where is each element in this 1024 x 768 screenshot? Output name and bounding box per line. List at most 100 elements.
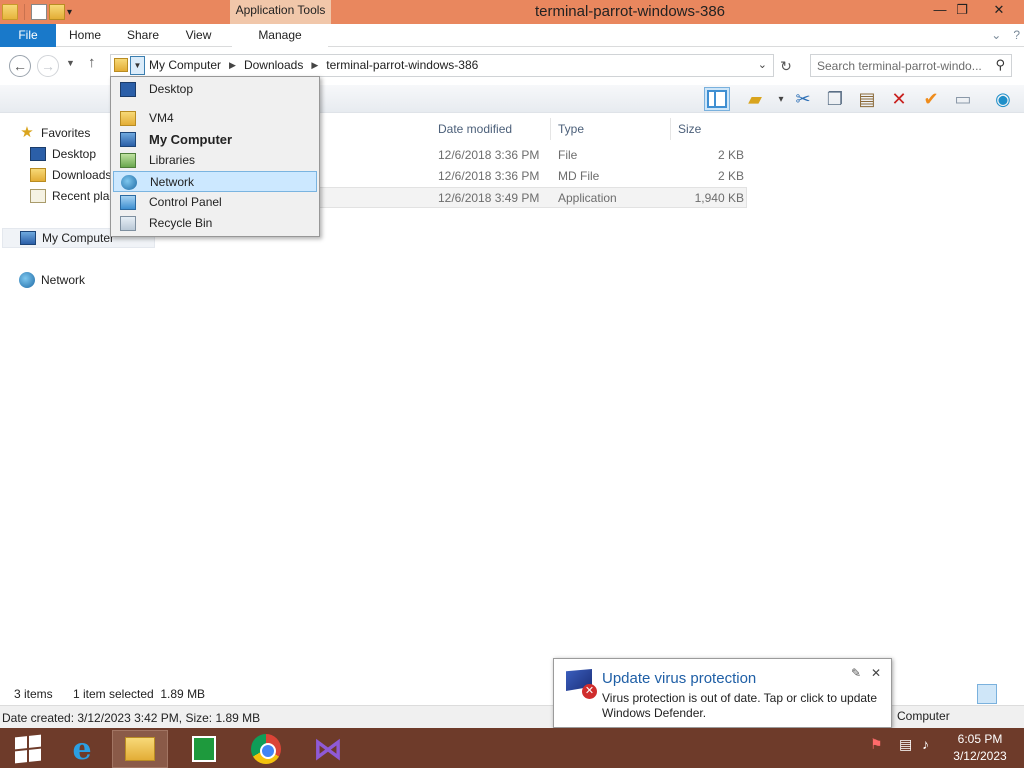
- table-row[interactable]: 12/6/2018 3:36 PM File 2 KB: [300, 145, 747, 166]
- tab-file[interactable]: File: [0, 24, 56, 47]
- menu-item-recycle-bin[interactable]: Recycle Bin: [113, 213, 317, 234]
- search-input[interactable]: [817, 55, 993, 76]
- error-icon: ✕: [582, 684, 597, 699]
- paste-icon[interactable]: ▤: [854, 87, 880, 111]
- column-date-modified[interactable]: Date modified: [433, 118, 551, 140]
- help-icon[interactable]: ?: [1013, 28, 1020, 42]
- address-root-dropdown-button[interactable]: ▼: [130, 56, 145, 75]
- network-tray-icon[interactable]: ▤: [899, 736, 912, 753]
- forward-button[interactable]: →: [37, 55, 59, 77]
- nav-network[interactable]: Network: [19, 270, 85, 290]
- menu-item-vm4[interactable]: VM4: [113, 108, 317, 129]
- computer-icon: [120, 132, 136, 147]
- close-icon[interactable]: ✕: [871, 666, 881, 680]
- nav-favorites[interactable]: ★ Favorites: [19, 123, 90, 143]
- visual-studio-icon: ⋈: [313, 732, 343, 766]
- tab-view[interactable]: View: [176, 24, 221, 47]
- column-size[interactable]: Size: [673, 118, 751, 140]
- ribbon-right-controls: ⌄ ?: [991, 28, 1020, 42]
- nav-desktop[interactable]: Desktop: [30, 144, 96, 164]
- explorer-icon[interactable]: [2, 4, 18, 20]
- copy-icon[interactable]: ❐: [822, 87, 848, 111]
- qat-separator: [24, 4, 25, 20]
- address-root-dropdown-menu: Desktop VM4 My Computer Libraries Networ…: [110, 76, 320, 237]
- store-icon: [192, 736, 216, 762]
- new-folder-icon[interactable]: [49, 4, 65, 20]
- desktop-icon: [30, 147, 46, 161]
- preview-pane-button[interactable]: [704, 87, 730, 111]
- folder-icon: [114, 58, 128, 72]
- crumb-downloads[interactable]: Downloads: [244, 55, 309, 76]
- tab-home[interactable]: Home: [60, 24, 110, 47]
- close-button[interactable]: ✕: [984, 0, 1014, 20]
- menu-item-label: Desktop: [149, 82, 194, 96]
- search-box[interactable]: ⚲: [810, 54, 1012, 77]
- qat-dropdown-icon[interactable]: ▾: [67, 7, 72, 18]
- large-icons-view-button[interactable]: [999, 684, 1019, 704]
- crumb-current-folder[interactable]: terminal-parrot-windows-386: [326, 55, 484, 76]
- clock-date: 3/12/2023: [953, 749, 1007, 763]
- notification-title: Update virus protection: [602, 670, 757, 687]
- notification-balloon[interactable]: ✕ Update virus protection Virus protecti…: [553, 658, 892, 728]
- properties-icon[interactable]: [31, 4, 47, 20]
- details-view-button[interactable]: [977, 684, 997, 704]
- recent-places-icon: [30, 189, 46, 203]
- cell-date: 12/6/2018 3:36 PM: [438, 148, 540, 162]
- nav-label: Favorites: [41, 126, 91, 140]
- rename-icon[interactable]: ▭: [950, 87, 976, 111]
- start-button[interactable]: [0, 730, 56, 768]
- column-type[interactable]: Type: [553, 118, 671, 140]
- volume-icon[interactable]: ♪: [922, 736, 929, 752]
- title-bar: ▾ Application Tools terminal-parrot-wind…: [0, 0, 1024, 24]
- menu-item-desktop[interactable]: Desktop: [113, 79, 317, 100]
- taskbar-internet-explorer[interactable]: e: [54, 730, 110, 768]
- menu-item-label: Libraries: [149, 153, 196, 167]
- maximize-button[interactable]: ❐: [947, 0, 977, 20]
- check-icon[interactable]: ✔: [918, 87, 944, 111]
- wrench-icon[interactable]: ✎: [851, 666, 861, 680]
- action-center-warning-icon[interactable]: ⚑: [870, 736, 883, 753]
- ribbon-collapse-icon[interactable]: ⌄: [991, 28, 1001, 42]
- nav-label: Downloads: [52, 168, 112, 182]
- address-bar[interactable]: ▼ My Computer ▶ Downloads ▶ terminal-par…: [110, 54, 774, 77]
- menu-item-libraries[interactable]: Libraries: [113, 150, 317, 171]
- cell-size: 2 KB: [717, 148, 744, 162]
- menu-item-label: Control Panel: [149, 195, 222, 209]
- taskbar-visual-studio[interactable]: ⋈: [300, 730, 356, 768]
- delete-icon[interactable]: ✕: [886, 87, 912, 111]
- taskbar-store[interactable]: [176, 730, 232, 768]
- nav-downloads[interactable]: Downloads: [30, 165, 111, 185]
- taskbar-chrome[interactable]: [238, 730, 294, 768]
- table-row-selected[interactable]: 12/6/2018 3:49 PM Application 1,940 KB: [300, 187, 747, 208]
- table-row[interactable]: 12/6/2018 3:36 PM MD File 2 KB: [300, 166, 747, 187]
- globe-icon[interactable]: ◉: [990, 87, 1016, 111]
- menu-item-network[interactable]: Network: [113, 171, 317, 192]
- back-button[interactable]: ←: [9, 55, 31, 77]
- menu-item-my-computer[interactable]: My Computer: [113, 129, 317, 150]
- refresh-icon[interactable]: ↻: [776, 56, 796, 76]
- crumb-my-computer[interactable]: My Computer: [149, 55, 227, 76]
- tab-share[interactable]: Share: [118, 24, 168, 47]
- menu-item-label: VM4: [149, 111, 174, 125]
- zone-label: Computer: [897, 709, 950, 723]
- chevron-right-icon[interactable]: ▶: [309, 55, 326, 76]
- cut-icon[interactable]: ✂: [790, 87, 816, 111]
- taskbar-file-explorer[interactable]: [112, 730, 168, 768]
- nav-label: My Computer: [42, 231, 115, 245]
- address-history-dropdown-icon[interactable]: ⌄: [758, 58, 767, 71]
- notification-text: Virus protection is out of date. Tap or …: [602, 691, 878, 720]
- downloads-folder-icon: [30, 168, 46, 182]
- recent-locations-dropdown-icon[interactable]: ▼: [66, 58, 75, 68]
- menu-item-control-panel[interactable]: Control Panel: [113, 192, 317, 213]
- chevron-right-icon[interactable]: ▶: [227, 55, 244, 76]
- menu-item-label: Network: [150, 175, 195, 189]
- cell-size: 1,940 KB: [694, 191, 744, 205]
- breadcrumb: My Computer ▶ Downloads ▶ terminal-parro…: [149, 55, 484, 76]
- cell-type: File: [558, 148, 578, 162]
- up-button[interactable]: ↑: [88, 54, 96, 71]
- folder-options-button[interactable]: ▰: [742, 87, 768, 111]
- tab-manage[interactable]: Manage: [232, 24, 328, 47]
- search-icon[interactable]: ⚲: [995, 57, 1005, 73]
- nav-recent-places[interactable]: Recent plac: [30, 186, 115, 206]
- system-clock[interactable]: 6:05 PM 3/12/2023: [940, 731, 1020, 765]
